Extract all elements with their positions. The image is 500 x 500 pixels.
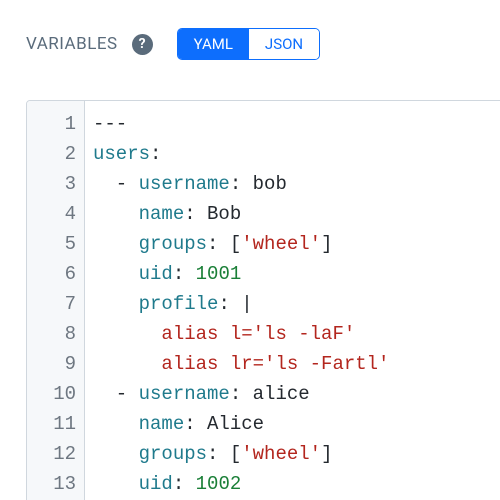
code-token: : [ xyxy=(207,443,241,465)
code-token: : [ xyxy=(207,233,241,255)
code-line: alias l='ls -laF' xyxy=(93,319,389,349)
code-token xyxy=(93,263,139,285)
code-line: profile: | xyxy=(93,289,389,319)
code-token: bob xyxy=(253,173,287,195)
code-token: Bob xyxy=(207,203,241,225)
code-editor[interactable]: 12345678910111213 ---users: - username: … xyxy=(26,100,500,500)
code-token: username xyxy=(139,383,230,405)
code-token xyxy=(93,353,161,375)
code-token: 1001 xyxy=(196,263,242,285)
code-token xyxy=(93,203,139,225)
code-line: alias lr='ls -Fartl' xyxy=(93,349,389,379)
line-number: 7 xyxy=(27,289,76,319)
code-line: uid: 1001 xyxy=(93,259,389,289)
code-token: : xyxy=(230,383,253,405)
code-token: uid xyxy=(139,473,173,495)
code-token xyxy=(93,323,161,345)
code-token xyxy=(93,443,139,465)
code-token: alice xyxy=(253,383,310,405)
code-token: 'wheel' xyxy=(241,443,321,465)
code-token xyxy=(93,233,139,255)
code-content[interactable]: --- users: - username: bob name: Bob grou… xyxy=(85,101,389,500)
code-token: | xyxy=(241,293,252,315)
line-number: 9 xyxy=(27,349,76,379)
code-token: - xyxy=(93,383,139,405)
help-icon[interactable]: ? xyxy=(132,34,153,55)
code-token: ] xyxy=(321,443,332,465)
code-token: : xyxy=(230,173,253,195)
line-number: 4 xyxy=(27,199,76,229)
code-line: uid: 1002 xyxy=(93,469,389,499)
line-number: 5 xyxy=(27,229,76,259)
code-line: users: xyxy=(93,139,389,169)
code-token: ] xyxy=(321,233,332,255)
code-line: - username: alice xyxy=(93,379,389,409)
code-token: : xyxy=(218,293,241,315)
line-number: 10 xyxy=(27,379,76,409)
line-number: 1 xyxy=(27,109,76,139)
code-token: : xyxy=(173,473,196,495)
code-token: 1002 xyxy=(196,473,242,495)
toggle-json[interactable]: JSON xyxy=(249,29,319,59)
code-token: : xyxy=(173,263,196,285)
code-line: name: Bob xyxy=(93,199,389,229)
line-number: 13 xyxy=(27,469,76,499)
code-line: - username: bob xyxy=(93,169,389,199)
code-token: - xyxy=(93,173,139,195)
code-line: groups: ['wheel'] xyxy=(93,229,389,259)
code-token: uid xyxy=(139,263,173,285)
line-number: 2 xyxy=(27,139,76,169)
code-token: username xyxy=(139,173,230,195)
code-token xyxy=(93,293,139,315)
code-token: alias l='ls -laF' xyxy=(161,323,355,345)
toggle-yaml[interactable]: YAML xyxy=(178,29,249,59)
line-number: 6 xyxy=(27,259,76,289)
code-token: --- xyxy=(93,113,127,135)
line-number: 12 xyxy=(27,439,76,469)
line-number: 8 xyxy=(27,319,76,349)
code-token: Alice xyxy=(207,413,264,435)
code-token: name xyxy=(139,413,185,435)
section-title: VARIABLES xyxy=(26,34,118,54)
code-token: : xyxy=(184,203,207,225)
line-number-gutter: 12345678910111213 xyxy=(27,101,85,500)
code-token: 'wheel' xyxy=(241,233,321,255)
code-line: --- xyxy=(93,109,389,139)
code-token: users xyxy=(93,143,150,165)
code-token: name xyxy=(139,203,185,225)
code-token: profile xyxy=(139,293,219,315)
line-number: 11 xyxy=(27,409,76,439)
variables-header: VARIABLES ? YAML JSON xyxy=(0,0,500,70)
code-token: alias lr='ls -Fartl' xyxy=(161,353,389,375)
code-line: groups: ['wheel'] xyxy=(93,439,389,469)
code-token xyxy=(93,473,139,495)
code-token xyxy=(93,413,139,435)
code-token: : xyxy=(184,413,207,435)
line-number: 3 xyxy=(27,169,76,199)
code-token: : xyxy=(150,143,161,165)
code-token: groups xyxy=(139,443,207,465)
code-line: name: Alice xyxy=(93,409,389,439)
code-token: groups xyxy=(139,233,207,255)
format-toggle: YAML JSON xyxy=(177,28,320,60)
